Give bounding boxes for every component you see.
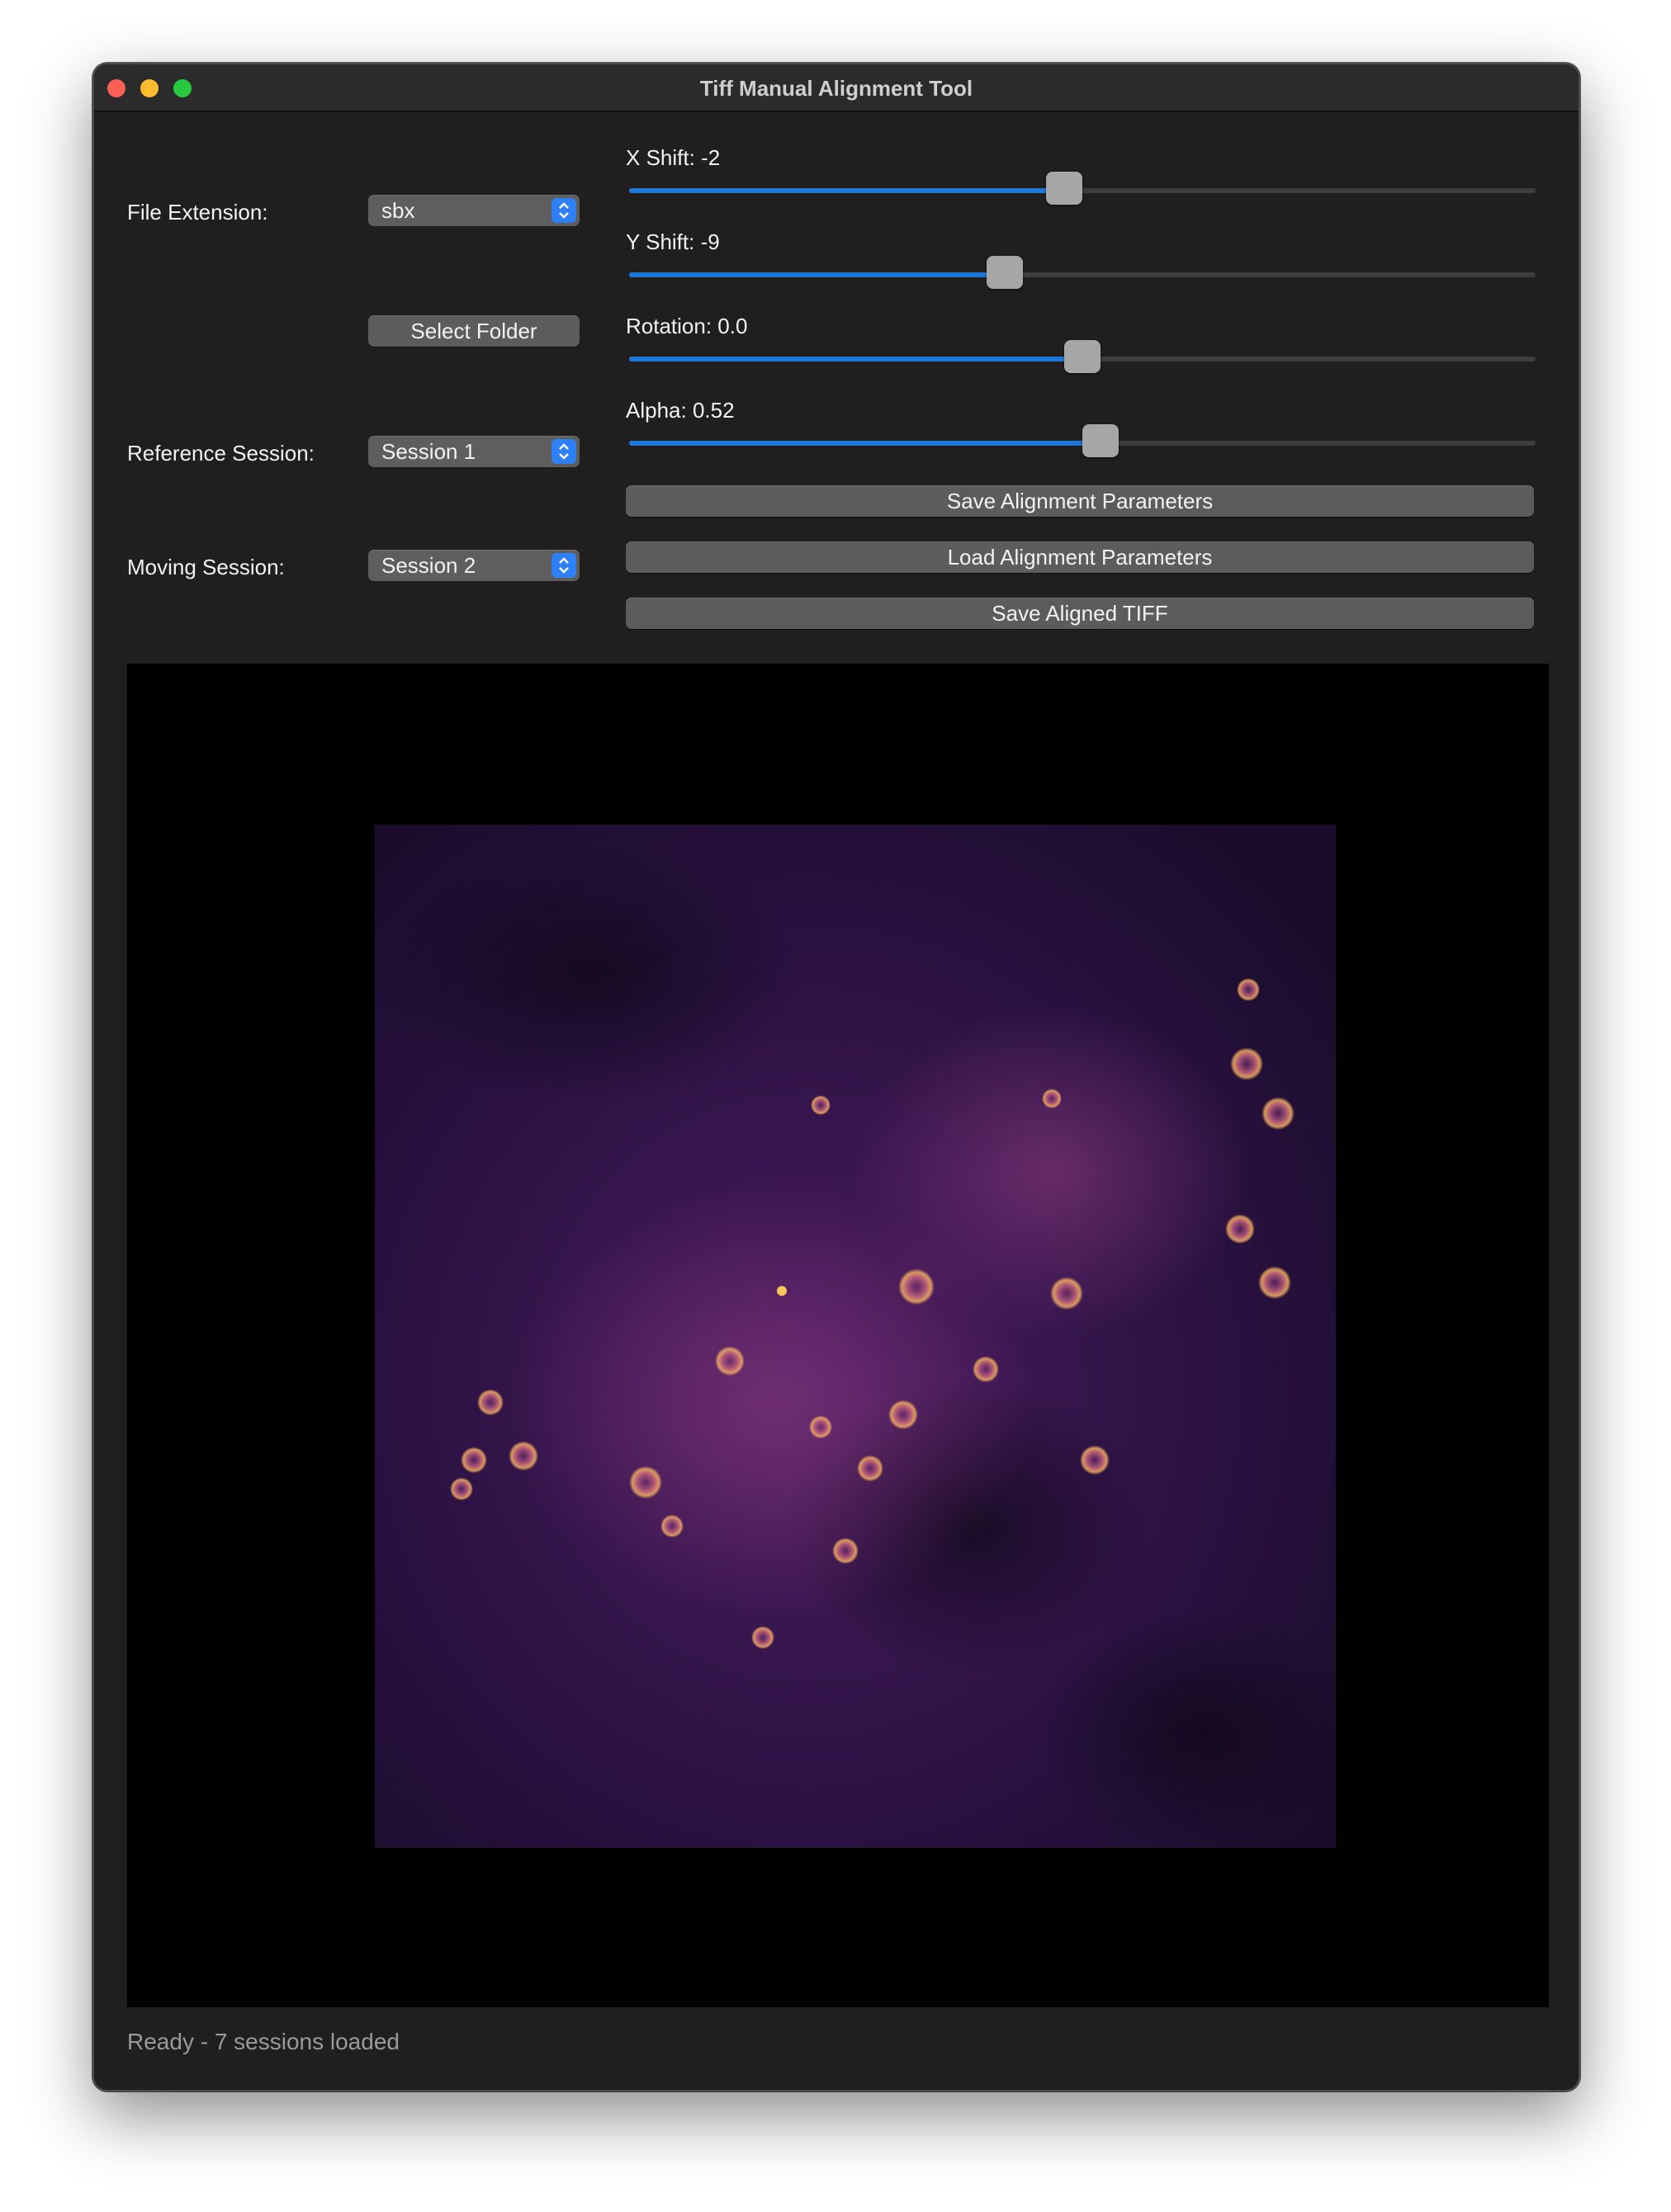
microscopy-image <box>375 825 1336 1848</box>
fluorescence-overlay <box>375 825 1336 1848</box>
x-shift-fill <box>629 188 1065 193</box>
y-shift-label: Y Shift: -9 <box>626 229 720 254</box>
image-viewer[interactable] <box>127 664 1549 2007</box>
file-extension-label: File Extension: <box>127 200 268 225</box>
rotation-fill <box>629 357 1082 362</box>
reference-session-select[interactable]: Session 1 <box>368 436 580 467</box>
y-shift-fill <box>629 272 1005 277</box>
load-alignment-parameters-button[interactable]: Load Alignment Parameters <box>626 541 1534 573</box>
save-alignment-parameters-button[interactable]: Save Alignment Parameters <box>626 485 1534 517</box>
file-extension-value: sbx <box>381 198 415 223</box>
status-bar-text: Ready - 7 sessions loaded <box>127 2029 400 2054</box>
save-aligned-tiff-button[interactable]: Save Aligned TIFF <box>626 598 1534 629</box>
rotation-handle[interactable] <box>1064 340 1101 373</box>
alpha-slider[interactable] <box>629 424 1536 457</box>
x-shift-label: X Shift: -2 <box>626 145 721 170</box>
select-arrows-icon <box>551 198 576 223</box>
select-arrows-icon <box>551 553 576 578</box>
alpha-handle[interactable] <box>1082 424 1119 457</box>
reference-session-value: Session 1 <box>381 439 476 464</box>
x-shift-slider[interactable] <box>629 172 1536 205</box>
window-title: Tiff Manual Alignment Tool <box>699 76 973 101</box>
moving-session-select[interactable]: Session 2 <box>368 550 580 581</box>
file-extension-select[interactable]: sbx <box>368 195 580 226</box>
y-shift-slider[interactable] <box>629 256 1536 289</box>
moving-session-value: Session 2 <box>381 553 476 578</box>
rotation-slider[interactable] <box>629 340 1536 373</box>
app-window: Tiff Manual Alignment Tool File Extensio… <box>92 63 1580 2091</box>
alpha-label: Alpha: 0.52 <box>626 398 735 423</box>
select-arrows-icon <box>551 439 576 464</box>
alpha-fill <box>629 441 1101 446</box>
x-shift-handle[interactable] <box>1046 172 1083 205</box>
select-folder-button[interactable]: Select Folder <box>368 315 580 347</box>
reference-session-label: Reference Session: <box>127 441 315 466</box>
moving-session-label: Moving Session: <box>127 555 285 579</box>
rotation-label: Rotation: 0.0 <box>626 314 748 338</box>
y-shift-handle[interactable] <box>986 256 1023 289</box>
title-bar: Tiff Manual Alignment Tool <box>94 64 1579 112</box>
